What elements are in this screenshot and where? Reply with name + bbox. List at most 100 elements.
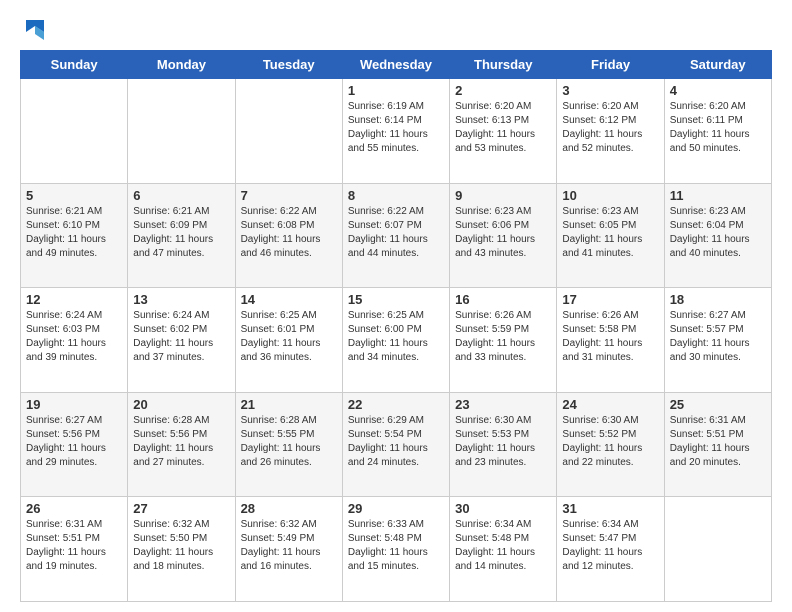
day-number: 25	[670, 397, 766, 412]
day-info: Sunrise: 6:33 AM Sunset: 5:48 PM Dayligh…	[348, 518, 444, 574]
table-row: 15 Sunrise: 6:25 AM Sunset: 6:00 PM Dayli…	[342, 288, 449, 393]
day-number: 1	[348, 83, 444, 98]
day-info: Sunrise: 6:31 AM Sunset: 5:51 PM Dayligh…	[26, 518, 122, 574]
day-number: 19	[26, 397, 122, 412]
header	[20, 16, 772, 40]
day-number: 12	[26, 292, 122, 307]
table-row	[128, 79, 235, 184]
col-saturday: Saturday	[664, 51, 771, 79]
table-row: 26Sunrise: 6:31 AM Sunset: 5:51 PM Dayli…	[21, 497, 128, 602]
day-number: 9	[455, 188, 551, 203]
day-number: 27	[133, 501, 229, 516]
day-number: 8	[348, 188, 444, 203]
day-info: Sunrise: 6:20 AM Sunset: 6:11 PM Dayligh…	[670, 100, 766, 156]
day-info: Sunrise: 6:22 AM Sunset: 6:07 PM Dayligh…	[348, 205, 444, 261]
table-row: 13 Sunrise: 6:24 AM Sunset: 6:02 PM Dayli…	[128, 288, 235, 393]
day-info: Sunrise: 6:30 AM Sunset: 5:53 PM Dayligh…	[455, 414, 551, 470]
table-row: 31Sunrise: 6:34 AM Sunset: 5:47 PM Dayli…	[557, 497, 664, 602]
day-info: Sunrise: 6:24 AM Sunset: 6:02 PM Dayligh…	[133, 309, 229, 365]
table-row: 8 Sunrise: 6:22 AM Sunset: 6:07 PM Daylig…	[342, 183, 449, 288]
calendar-week-row: 19 Sunrise: 6:27 AM Sunset: 5:56 PM Dayli…	[21, 392, 772, 497]
table-row: 20 Sunrise: 6:28 AM Sunset: 5:56 PM Dayli…	[128, 392, 235, 497]
table-row: 1 Sunrise: 6:19 AM Sunset: 6:14 PM Daylig…	[342, 79, 449, 184]
day-number: 6	[133, 188, 229, 203]
day-number: 15	[348, 292, 444, 307]
day-number: 7	[241, 188, 337, 203]
table-row: 6Sunrise: 6:21 AM Sunset: 6:09 PM Daylig…	[128, 183, 235, 288]
day-info: Sunrise: 6:23 AM Sunset: 6:04 PM Dayligh…	[670, 205, 766, 261]
day-info: Sunrise: 6:34 AM Sunset: 5:47 PM Dayligh…	[562, 518, 658, 574]
day-number: 5	[26, 188, 122, 203]
day-number: 23	[455, 397, 551, 412]
table-row: 9 Sunrise: 6:23 AM Sunset: 6:06 PM Daylig…	[450, 183, 557, 288]
day-info: Sunrise: 6:27 AM Sunset: 5:56 PM Dayligh…	[26, 414, 122, 470]
day-info: Sunrise: 6:20 AM Sunset: 6:13 PM Dayligh…	[455, 100, 551, 156]
table-row: 12 Sunrise: 6:24 AM Sunset: 6:03 PM Dayli…	[21, 288, 128, 393]
table-row: 5 Sunrise: 6:21 AM Sunset: 6:10 PM Daylig…	[21, 183, 128, 288]
day-info: Sunrise: 6:27 AM Sunset: 5:57 PM Dayligh…	[670, 309, 766, 365]
day-number: 14	[241, 292, 337, 307]
day-info: Sunrise: 6:25 AM Sunset: 6:00 PM Dayligh…	[348, 309, 444, 365]
page: Sunday Monday Tuesday Wednesday Thursday…	[0, 0, 792, 612]
day-number: 22	[348, 397, 444, 412]
table-row	[21, 79, 128, 184]
calendar-week-row: 12 Sunrise: 6:24 AM Sunset: 6:03 PM Dayli…	[21, 288, 772, 393]
calendar-week-row: 1 Sunrise: 6:19 AM Sunset: 6:14 PM Daylig…	[21, 79, 772, 184]
table-row	[235, 79, 342, 184]
day-info: Sunrise: 6:26 AM Sunset: 5:59 PM Dayligh…	[455, 309, 551, 365]
calendar-header-row: Sunday Monday Tuesday Wednesday Thursday…	[21, 51, 772, 79]
calendar-table: Sunday Monday Tuesday Wednesday Thursday…	[20, 50, 772, 602]
table-row: 16 Sunrise: 6:26 AM Sunset: 5:59 PM Dayli…	[450, 288, 557, 393]
table-row: 18 Sunrise: 6:27 AM Sunset: 5:57 PM Dayli…	[664, 288, 771, 393]
day-info: Sunrise: 6:29 AM Sunset: 5:54 PM Dayligh…	[348, 414, 444, 470]
table-row: 27 Sunrise: 6:32 AM Sunset: 5:50 PM Dayli…	[128, 497, 235, 602]
calendar-week-row: 5 Sunrise: 6:21 AM Sunset: 6:10 PM Daylig…	[21, 183, 772, 288]
col-friday: Friday	[557, 51, 664, 79]
day-number: 2	[455, 83, 551, 98]
day-info: Sunrise: 6:19 AM Sunset: 6:14 PM Dayligh…	[348, 100, 444, 156]
table-row: 3Sunrise: 6:20 AM Sunset: 6:12 PM Daylig…	[557, 79, 664, 184]
table-row: 11 Sunrise: 6:23 AM Sunset: 6:04 PM Dayli…	[664, 183, 771, 288]
table-row: 24 Sunrise: 6:30 AM Sunset: 5:52 PM Dayli…	[557, 392, 664, 497]
day-info: Sunrise: 6:24 AM Sunset: 6:03 PM Dayligh…	[26, 309, 122, 365]
day-info: Sunrise: 6:30 AM Sunset: 5:52 PM Dayligh…	[562, 414, 658, 470]
table-row: 17 Sunrise: 6:26 AM Sunset: 5:58 PM Dayli…	[557, 288, 664, 393]
day-number: 18	[670, 292, 766, 307]
day-number: 28	[241, 501, 337, 516]
day-info: Sunrise: 6:28 AM Sunset: 5:56 PM Dayligh…	[133, 414, 229, 470]
table-row: 23 Sunrise: 6:30 AM Sunset: 5:53 PM Dayli…	[450, 392, 557, 497]
table-row: 21 Sunrise: 6:28 AM Sunset: 5:55 PM Dayli…	[235, 392, 342, 497]
col-thursday: Thursday	[450, 51, 557, 79]
logo-icon	[22, 16, 50, 44]
day-number: 16	[455, 292, 551, 307]
day-info: Sunrise: 6:26 AM Sunset: 5:58 PM Dayligh…	[562, 309, 658, 365]
day-info: Sunrise: 6:31 AM Sunset: 5:51 PM Dayligh…	[670, 414, 766, 470]
table-row: 29 Sunrise: 6:33 AM Sunset: 5:48 PM Dayli…	[342, 497, 449, 602]
day-number: 11	[670, 188, 766, 203]
day-number: 20	[133, 397, 229, 412]
logo	[20, 16, 50, 40]
col-wednesday: Wednesday	[342, 51, 449, 79]
day-number: 21	[241, 397, 337, 412]
day-number: 29	[348, 501, 444, 516]
day-number: 13	[133, 292, 229, 307]
day-info: Sunrise: 6:25 AM Sunset: 6:01 PM Dayligh…	[241, 309, 337, 365]
day-info: Sunrise: 6:32 AM Sunset: 5:50 PM Dayligh…	[133, 518, 229, 574]
day-info: Sunrise: 6:34 AM Sunset: 5:48 PM Dayligh…	[455, 518, 551, 574]
table-row: 30Sunrise: 6:34 AM Sunset: 5:48 PM Dayli…	[450, 497, 557, 602]
day-number: 3	[562, 83, 658, 98]
day-info: Sunrise: 6:28 AM Sunset: 5:55 PM Dayligh…	[241, 414, 337, 470]
col-monday: Monday	[128, 51, 235, 79]
table-row: 10Sunrise: 6:23 AM Sunset: 6:05 PM Dayli…	[557, 183, 664, 288]
day-number: 17	[562, 292, 658, 307]
table-row: 25 Sunrise: 6:31 AM Sunset: 5:51 PM Dayli…	[664, 392, 771, 497]
table-row: 28Sunrise: 6:32 AM Sunset: 5:49 PM Dayli…	[235, 497, 342, 602]
day-number: 4	[670, 83, 766, 98]
table-row: 4 Sunrise: 6:20 AM Sunset: 6:11 PM Daylig…	[664, 79, 771, 184]
day-info: Sunrise: 6:22 AM Sunset: 6:08 PM Dayligh…	[241, 205, 337, 261]
day-info: Sunrise: 6:23 AM Sunset: 6:06 PM Dayligh…	[455, 205, 551, 261]
day-number: 24	[562, 397, 658, 412]
day-info: Sunrise: 6:21 AM Sunset: 6:10 PM Dayligh…	[26, 205, 122, 261]
table-row: 19 Sunrise: 6:27 AM Sunset: 5:56 PM Dayli…	[21, 392, 128, 497]
table-row: 14 Sunrise: 6:25 AM Sunset: 6:01 PM Dayli…	[235, 288, 342, 393]
